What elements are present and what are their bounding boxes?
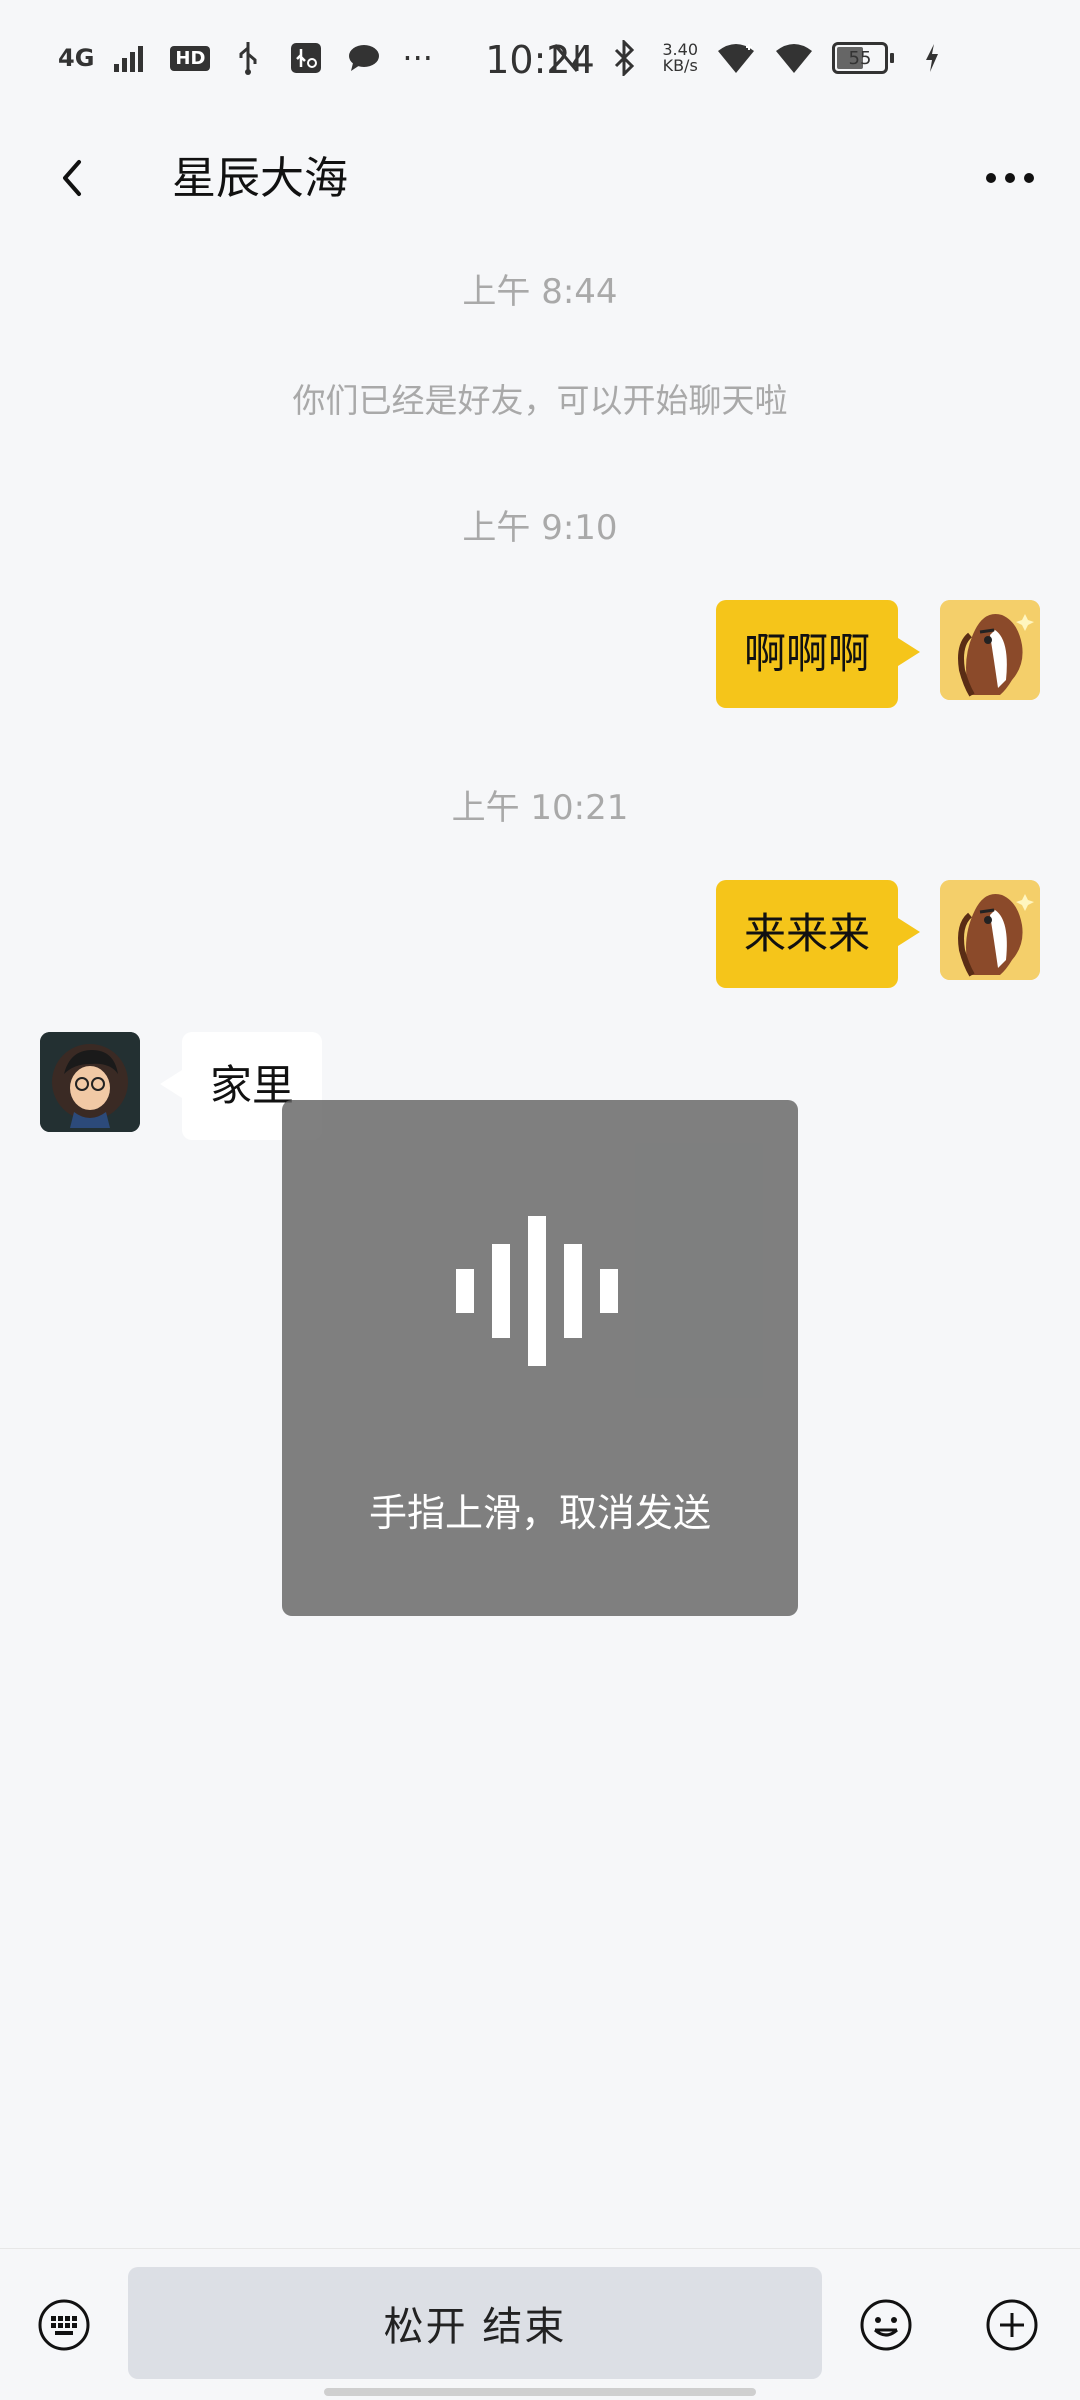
plus-icon (986, 2299, 1038, 2351)
chat-header: 星辰大海 (0, 124, 1080, 234)
battery-level: 55 (848, 47, 872, 69)
my-avatar[interactable] (940, 600, 1040, 700)
voice-wave-icon (456, 1216, 618, 1366)
more-options-button[interactable] (970, 146, 1050, 210)
contact-avatar-image (40, 1032, 140, 1132)
chat-screen: 4G HD ··· 10:24 3.40 KB/s 55 星辰大海 上午 8:4… (0, 0, 1080, 2400)
chat-message-list[interactable]: 上午 8:44 你们已经是好友，可以开始聊天啦 上午 9:10 啊啊啊 上午 1… (0, 234, 1080, 2244)
keyboard-icon (38, 2299, 90, 2351)
keyboard-toggle-button[interactable] (36, 2297, 92, 2353)
more-actions-button[interactable] (984, 2297, 1040, 2353)
my-avatar[interactable] (940, 880, 1040, 980)
back-button[interactable] (40, 146, 104, 210)
emoji-icon (860, 2299, 912, 2351)
battery-icon: 55 (832, 42, 894, 74)
emoji-button[interactable] (858, 2297, 914, 2353)
bluetooth-icon (604, 38, 644, 78)
timestamp: 上午 9:10 (462, 508, 618, 548)
more-horizontal-icon (986, 173, 1034, 183)
nfc-icon (546, 38, 586, 78)
network-speed: 3.40 KB/s (662, 42, 698, 74)
home-indicator[interactable] (324, 2388, 756, 2396)
sent-message-bubble[interactable]: 来来来 (715, 880, 921, 988)
contact-avatar[interactable] (40, 1032, 140, 1132)
charging-icon (912, 38, 952, 78)
horse-avatar-image (940, 880, 1040, 980)
status-right: 3.40 KB/s 55 (546, 38, 952, 78)
message-row-sent: 来来来 (715, 880, 1040, 988)
wifi-plus-icon (716, 38, 756, 78)
message-row-sent: 啊啊啊 (715, 600, 1040, 708)
chevron-left-icon (63, 160, 81, 196)
timestamp: 上午 8:44 (462, 272, 618, 312)
input-bar: 松开 结束 (0, 2248, 1080, 2400)
chat-title: 星辰大海 (172, 153, 348, 204)
voice-recording-overlay: 手指上滑，取消发送 (282, 1100, 798, 1616)
wifi-icon (774, 38, 814, 78)
network-speed-unit: KB/s (662, 56, 698, 75)
sent-message-bubble[interactable]: 啊啊啊 (715, 600, 921, 708)
system-message: 你们已经是好友，可以开始聊天啦 (292, 381, 788, 420)
hold-to-talk-button[interactable]: 松开 结束 (128, 2267, 822, 2379)
voice-cancel-hint: 手指上滑，取消发送 (368, 1491, 711, 1535)
message-row-received: 家里 (40, 1032, 323, 1140)
horse-avatar-image (940, 600, 1040, 700)
status-bar: 4G HD ··· 10:24 3.40 KB/s 55 (0, 0, 1080, 124)
timestamp: 上午 10:21 (451, 788, 629, 828)
